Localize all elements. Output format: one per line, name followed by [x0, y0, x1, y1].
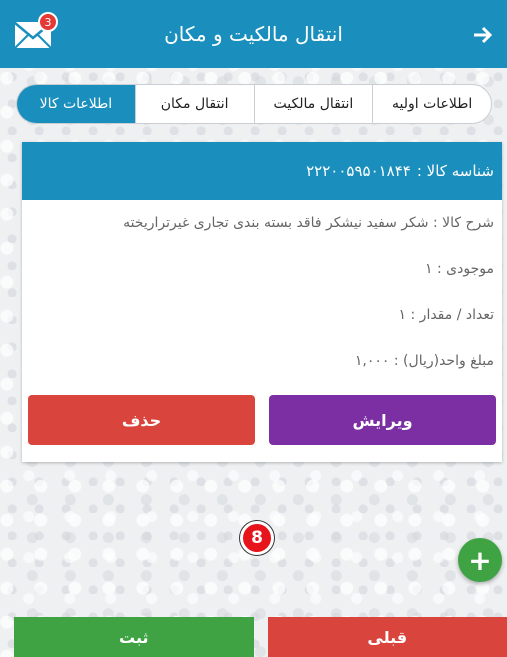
- goods-id-row: شناسه کالا : ۲۲۲۰۰۵۹۵۰۱۸۴۴: [22, 142, 502, 200]
- tab-basic-info[interactable]: اطلاعات اولیه: [372, 85, 491, 123]
- goods-description: شرح کالا : شکر سفید نیشکر فاقد بسته بندی…: [123, 215, 494, 231]
- bottom-actions: ثبت قبلی: [14, 617, 507, 657]
- goods-id-label: شناسه کالا :: [416, 162, 494, 180]
- goods-id-value: ۲۲۲۰۰۵۹۵۰۱۸۴۴: [306, 162, 411, 180]
- card-actions: ویرایش حذف: [28, 395, 496, 445]
- goods-quantity: تعداد / مقدار : ۱: [398, 307, 494, 323]
- save-button[interactable]: ثبت: [14, 617, 254, 657]
- tab-location-transfer[interactable]: انتقال مکان: [134, 85, 254, 123]
- plus-icon: +: [468, 543, 492, 577]
- goods-unit-price: مبلغ واحد(ریال) : ۱,۰۰۰: [354, 353, 494, 369]
- goods-stock: موجودی : ۱: [425, 261, 494, 277]
- step-number-badge: 8: [240, 521, 274, 555]
- app-header: 3 انتقال مالکیت و مکان: [0, 0, 507, 68]
- delete-button[interactable]: حذف: [28, 395, 255, 445]
- edit-button[interactable]: ویرایش: [269, 395, 496, 445]
- add-button[interactable]: +: [458, 538, 502, 582]
- arrow-right-icon[interactable]: [471, 24, 495, 46]
- tab-ownership-transfer[interactable]: انتقال مالکیت: [253, 85, 373, 123]
- tab-goods-info[interactable]: اطلاعات کالا: [17, 85, 135, 123]
- goods-card: شناسه کالا : ۲۲۲۰۰۵۹۵۰۱۸۴۴ شرح کالا : شک…: [22, 142, 502, 462]
- tab-bar: اطلاعات اولیه انتقال مالکیت انتقال مکان …: [16, 84, 492, 124]
- previous-button[interactable]: قبلی: [267, 617, 507, 657]
- notification-badge: 3: [38, 12, 58, 32]
- page-title: انتقال مالکیت و مکان: [164, 22, 343, 46]
